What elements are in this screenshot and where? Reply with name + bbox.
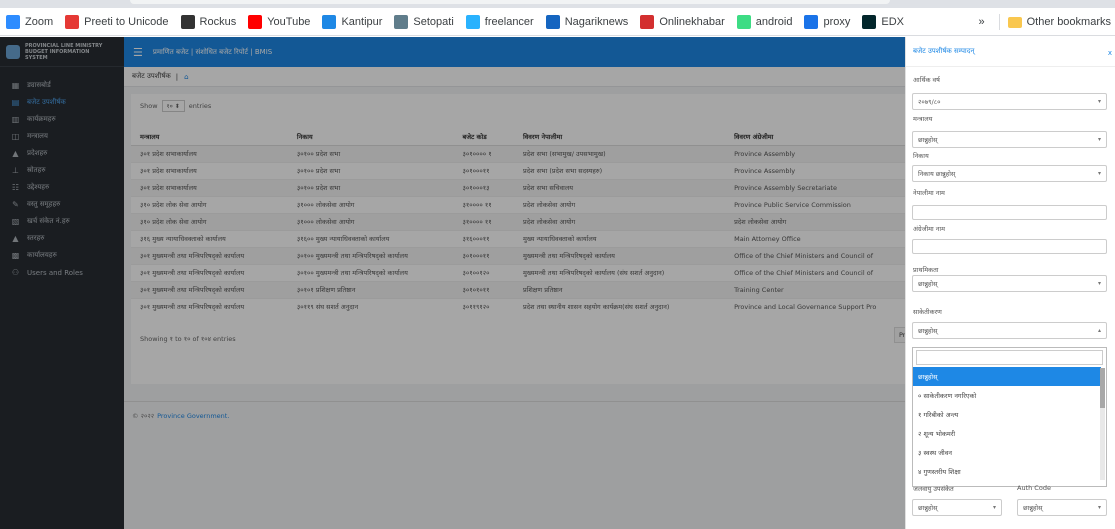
edx-icon: [862, 14, 877, 29]
bookmark-label: Kantipur: [341, 15, 383, 28]
bookmark-zoom[interactable]: Zoom: [6, 14, 54, 29]
auth-code-label: Auth Code: [1017, 484, 1051, 492]
mainstream-select[interactable]: छान्नुहोस् ▴: [912, 322, 1107, 339]
bookmarks-overflow-button[interactable]: »: [979, 16, 985, 28]
bookmark-label: Nagariknews: [564, 15, 629, 28]
ministry-select[interactable]: छान्नुहोस् ▾: [912, 131, 1107, 148]
other-bookmarks-button[interactable]: Other bookmarks: [1027, 16, 1111, 28]
dropdown-search-input[interactable]: [916, 350, 1103, 365]
kantipur-icon: [322, 14, 337, 29]
auth-code-select[interactable]: छान्नुहोस् ▾: [1017, 499, 1107, 516]
bookmark-preeti-to-unicode[interactable]: Preeti to Unicode: [65, 14, 169, 29]
bookmark-edx[interactable]: EDX: [862, 14, 904, 29]
bookmark-label: Setopati: [413, 15, 454, 28]
mainstream-value: छान्नुहोस्: [918, 327, 938, 335]
bookmark-label: android: [755, 15, 793, 28]
fiscal-year-select[interactable]: २०७९/८० ▾: [912, 93, 1107, 110]
chevron-down-icon: ▾: [1097, 504, 1101, 511]
ministry-value: छान्नुहोस्: [918, 136, 938, 144]
onlinekhabar-icon: [640, 14, 655, 29]
english-name-input[interactable]: [912, 239, 1107, 254]
rockus-icon: [180, 14, 195, 29]
chevron-down-icon: ▾: [1097, 136, 1101, 143]
bookmark-nagariknews[interactable]: Nagariknews: [545, 14, 629, 29]
climate-select[interactable]: छान्नुहोस् ▾: [912, 499, 1002, 516]
bookmark-label: freelancer: [484, 15, 534, 28]
address-bar[interactable]: [130, 0, 890, 4]
folder-icon: [1007, 16, 1022, 28]
auth-code-value: छान्नुहोस्: [1023, 504, 1043, 512]
dropdown-option[interactable]: ३ स्वस्थ जीवन: [913, 443, 1101, 462]
freelancer-icon: [465, 14, 480, 29]
bookmark-label: Rockus: [199, 15, 237, 28]
english-name-label: अंग्रेजीमा नाम: [913, 225, 945, 233]
dropdown-option[interactable]: ४ गुणस्तरीय शिक्षा: [913, 462, 1101, 481]
body-label: निकाय: [913, 152, 929, 160]
bookmark-setopati[interactable]: Setopati: [394, 14, 454, 29]
dropdown-option[interactable]: ० साकेतीकरण नगरिएको: [913, 386, 1101, 405]
android-icon: [736, 14, 751, 29]
bookmark-label: EDX: [881, 15, 904, 28]
bookmarks-separator: [998, 14, 1000, 30]
chevron-down-icon: ▾: [1097, 170, 1101, 177]
bookmarks-right: » Other bookmarks: [979, 8, 1115, 36]
climate-label: जलवायु उपसंकेत: [913, 485, 954, 493]
dropdown-options: छान्नुहोस् ० साकेतीकरण नगरिएको १ गरिबीको अ…: [913, 367, 1101, 481]
app: PROVINCIAL LINE MINISTRY BUDGET INFORMAT…: [0, 37, 1115, 529]
ministry-label: मन्त्रालय: [913, 115, 933, 123]
fiscal-year-label: आर्थिक वर्ष: [913, 76, 940, 84]
close-icon[interactable]: x: [1108, 49, 1112, 57]
bookmark-label: Zoom: [25, 15, 54, 28]
nagariknews-icon: [545, 14, 560, 29]
browser-tab-strip: [0, 0, 1115, 8]
fiscal-year-value: २०७९/८०: [918, 98, 941, 106]
bookmark-label: YouTube: [267, 15, 311, 28]
bookmarks-bar: Zoom Preeti to Unicode Rockus YouTube Kantip…: [0, 8, 1115, 36]
dropdown-option[interactable]: १ गरिबीको अन्त्य: [913, 405, 1101, 424]
bookmark-onlinekhabar[interactable]: Onlinekhabar: [640, 14, 725, 29]
body-value: निकाय छान्नुहोस्: [918, 170, 956, 178]
bookmark-kantipur[interactable]: Kantipur: [322, 14, 383, 29]
mainstream-label: साकेतीकरण: [913, 308, 942, 316]
panel-title: बजेट उपशीर्षक सम्पादन्: [906, 37, 1115, 67]
bookmark-youtube[interactable]: YouTube: [248, 14, 311, 29]
scrollbar-thumb[interactable]: [1100, 368, 1105, 408]
bookmark-label: proxy: [823, 15, 851, 28]
nepali-name-label: नेपालीमा नाम: [913, 189, 945, 197]
bookmark-label: Onlinekhabar: [659, 15, 725, 28]
edit-panel: बजेट उपशीर्षक सम्पादन् x आर्थिक वर्ष २०७…: [905, 37, 1115, 529]
chevron-down-icon: ▾: [992, 504, 996, 511]
priority-label: प्राथमिकता: [913, 266, 939, 274]
preeti-icon: [65, 14, 80, 29]
bookmark-label: Preeti to Unicode: [84, 15, 169, 28]
chevron-down-icon: ▾: [1097, 280, 1101, 287]
dropdown-option[interactable]: २ शून्य भोकमरी: [913, 424, 1101, 443]
setopati-icon: [394, 14, 409, 29]
climate-value: छान्नुहोस्: [918, 504, 938, 512]
modal-backdrop[interactable]: [0, 37, 905, 529]
nepali-name-input[interactable]: [912, 205, 1107, 220]
bookmark-freelancer[interactable]: freelancer: [465, 14, 534, 29]
chevron-down-icon: ▾: [1097, 98, 1101, 105]
body-select[interactable]: निकाय छान्नुहोस् ▾: [912, 165, 1107, 182]
chevron-up-icon: ▴: [1097, 327, 1101, 334]
proxy-icon: [804, 14, 819, 29]
mainstream-dropdown: छान्नुहोस् ० साकेतीकरण नगरिएको १ गरिबीको अ…: [912, 347, 1107, 487]
bookmark-proxy[interactable]: proxy: [804, 14, 851, 29]
youtube-icon: [248, 14, 263, 29]
bookmark-android[interactable]: android: [736, 14, 793, 29]
priority-value: छान्नुहोस्: [918, 280, 938, 288]
dropdown-option[interactable]: छान्नुहोस्: [913, 367, 1101, 386]
bookmark-rockus[interactable]: Rockus: [180, 14, 237, 29]
priority-select[interactable]: छान्नुहोस् ▾: [912, 275, 1107, 292]
dropdown-scrollbar[interactable]: [1100, 368, 1105, 480]
zoom-icon: [6, 14, 20, 29]
